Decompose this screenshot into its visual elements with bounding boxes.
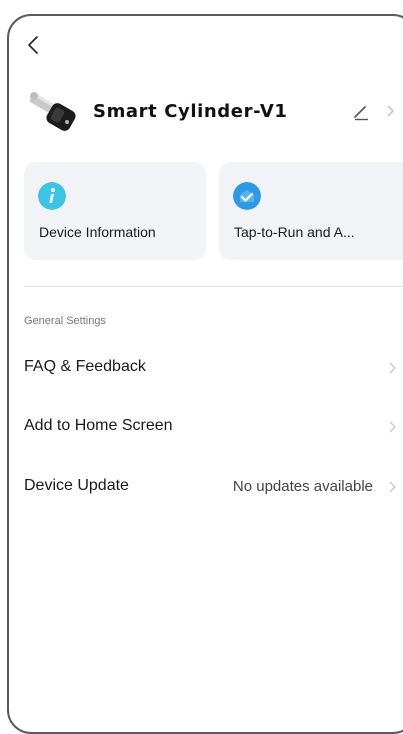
section-divider xyxy=(24,286,403,287)
device-name: Smart Cylinder-V1 xyxy=(93,101,288,122)
edit-pencil-icon[interactable] xyxy=(352,103,370,121)
add-to-home-screen-row[interactable]: Add to Home Screen xyxy=(24,406,403,446)
smart-cylinder-image xyxy=(29,92,76,131)
row-title: Add to Home Screen xyxy=(24,417,173,434)
back-arrow-icon[interactable] xyxy=(24,34,42,56)
info-icon xyxy=(38,182,66,210)
tap-to-run-card[interactable]: Tap-to-Run and A... xyxy=(219,162,403,260)
card-label: Device Information xyxy=(39,224,156,240)
device-information-card[interactable]: Device Information xyxy=(24,162,206,260)
check-badge-icon xyxy=(233,182,261,210)
card-label: Tap-to-Run and A... xyxy=(234,224,355,240)
screen: Smart Cylinder-V1 Device Information Tap… xyxy=(0,0,403,734)
device-update-row[interactable]: Device Update No updates available xyxy=(24,466,403,506)
faq-feedback-row[interactable]: FAQ & Feedback xyxy=(24,347,403,387)
update-status: No updates available xyxy=(232,478,373,495)
general-settings-heading: General Settings xyxy=(24,315,106,327)
chevron-right-icon xyxy=(389,481,396,493)
chevron-right-icon xyxy=(389,421,396,433)
row-title: FAQ & Feedback xyxy=(24,358,146,375)
row-title: Device Update xyxy=(24,477,129,494)
chevron-right-icon xyxy=(389,362,396,374)
chevron-right-icon[interactable] xyxy=(384,103,396,119)
